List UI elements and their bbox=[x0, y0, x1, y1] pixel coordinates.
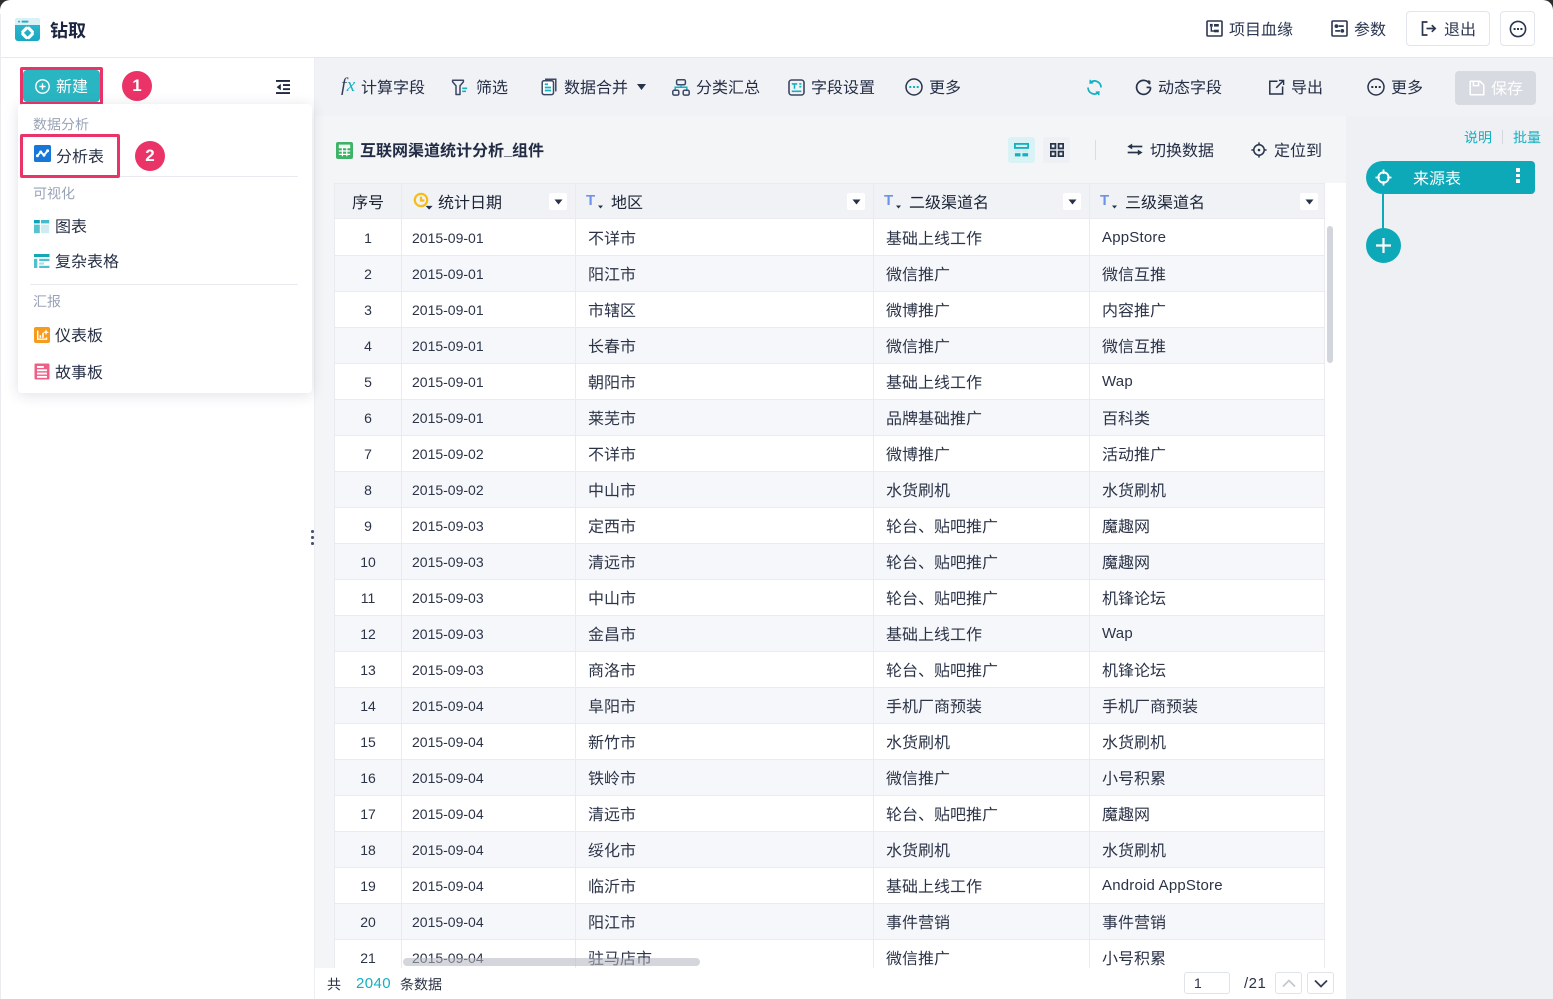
svg-text:T: T bbox=[586, 192, 595, 209]
svg-text:T: T bbox=[884, 192, 893, 209]
svg-text:T: T bbox=[1100, 192, 1109, 209]
